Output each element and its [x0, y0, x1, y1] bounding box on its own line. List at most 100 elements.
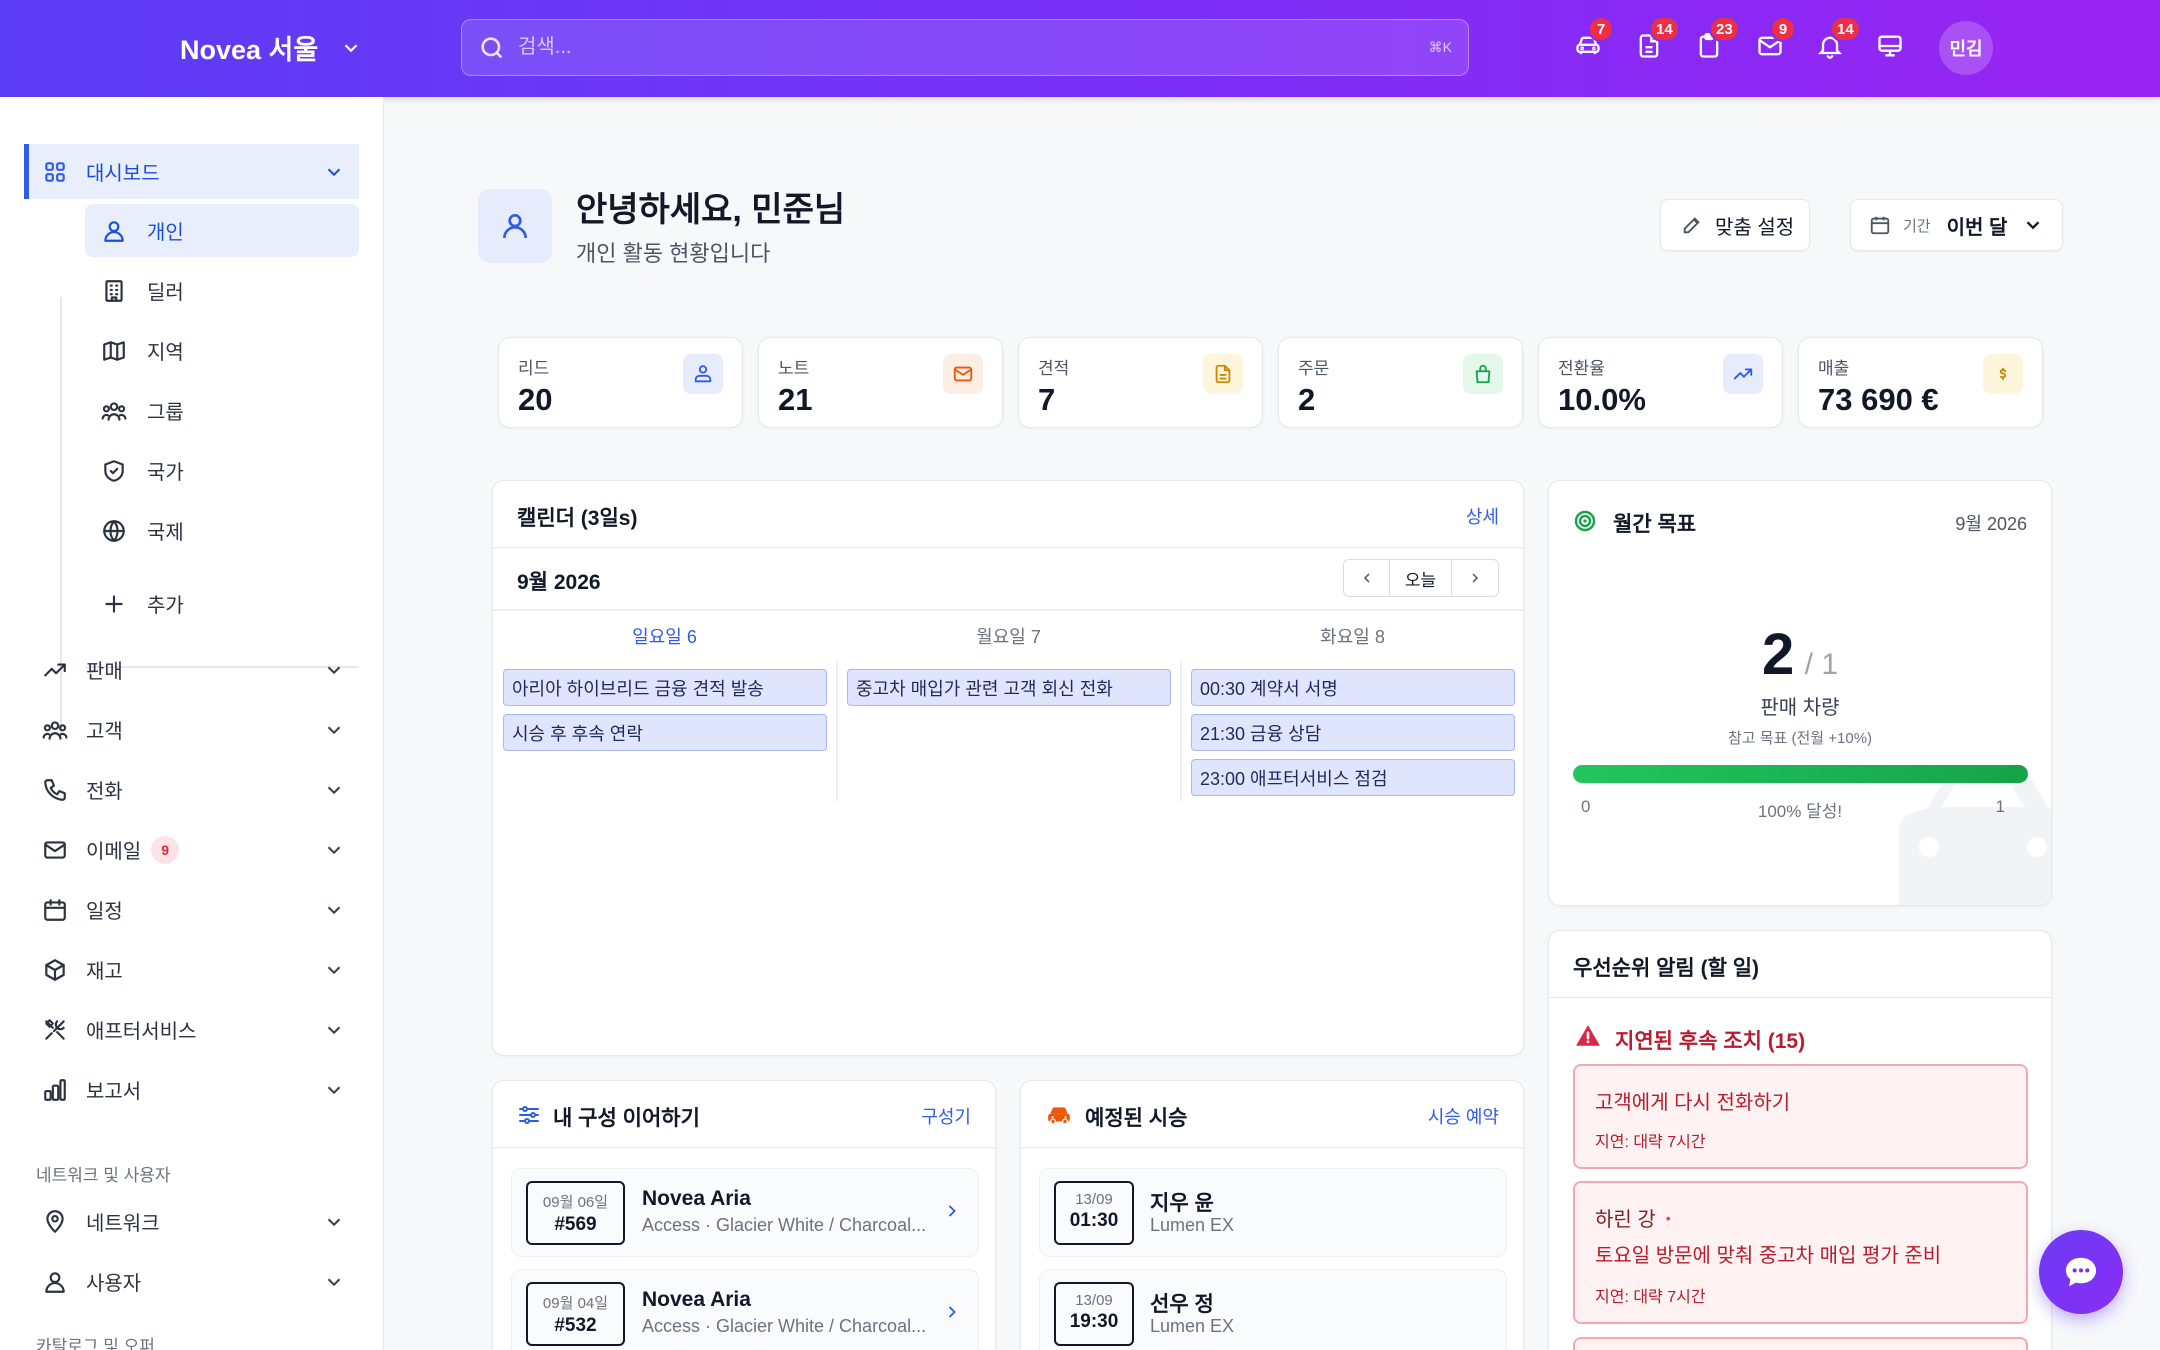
sidebar-sub-label: 그룹 — [147, 402, 184, 424]
testdrive-date-box: 13/09 19:30 — [1054, 1282, 1134, 1346]
top-bar: Novea 서울 ⌘K 7 14 23 9 14 민김 — [0, 0, 2160, 97]
display-button[interactable] — [1876, 32, 1908, 64]
chevron-right-icon — [948, 1205, 956, 1217]
day-header-monday[interactable]: 월요일 7 — [837, 623, 1180, 649]
testdrive-row[interactable]: 13/09 01:30 지우 윤 Lumen EX — [1039, 1168, 1507, 1257]
config-row[interactable]: 09월 06일 #569 Novea Aria Access · Glacier… — [511, 1168, 979, 1257]
calendar-detail-link[interactable]: 상세 — [1466, 503, 1499, 529]
sidebar-sub-country[interactable]: 국가 — [85, 444, 359, 497]
goal-target: / 1 — [1804, 648, 1839, 681]
tasks-button[interactable]: 23 — [1695, 16, 1740, 64]
user-avatar[interactable]: 민김 — [1939, 21, 1993, 75]
alerts-section-title: 지연된 후속 조치 (15) — [1615, 1030, 1806, 1053]
sidebar-sub-international[interactable]: 국제 — [85, 504, 359, 557]
calendar-col-divider — [836, 661, 838, 801]
chevron-down-icon — [327, 966, 341, 974]
alert-title: 토요일 방문에 맞춰 중고차 매입 평가 준비 — [1595, 1245, 1942, 1267]
warning-icon — [1576, 1025, 1600, 1046]
car-button[interactable]: 7 — [1574, 16, 1614, 64]
alert-item[interactable]: 하린 강 • 토요일 방문에 맞춰 중고차 매입 평가 준비 지연: 대략 7시간 — [1573, 1181, 2028, 1324]
phone-icon — [44, 778, 66, 801]
sidebar-sub-dealer[interactable]: 딜러 — [85, 264, 359, 317]
stat-value: 7 — [1038, 382, 1056, 417]
configurator-link[interactable]: 구성기 — [921, 1103, 971, 1129]
sidebar-sub-label: 국제 — [147, 522, 184, 544]
box-icon — [45, 958, 65, 981]
testdrive-date-box: 13/09 01:30 — [1054, 1181, 1134, 1245]
chevron-down-icon — [327, 1026, 341, 1034]
sidebar-heading-network: 네트워크 및 사용자 — [36, 1166, 171, 1185]
search-input[interactable] — [518, 36, 1429, 59]
sidebar-sub-label: 추가 — [147, 595, 184, 617]
dollar-icon — [1999, 367, 2007, 381]
documents-button[interactable]: 14 — [1635, 16, 1680, 64]
chevron-down-icon — [327, 168, 341, 176]
day-header-tuesday[interactable]: 화요일 8 — [1181, 623, 1523, 649]
tasks-badge: 23 — [1709, 16, 1740, 42]
sidebar-item-aftersales[interactable]: 애프터서비스 — [24, 1002, 359, 1057]
mail-button[interactable]: 9 — [1756, 16, 1796, 64]
sidebar-sub-add[interactable]: 추가 — [85, 577, 359, 630]
conversion-icon-wrap — [1723, 354, 1763, 394]
sidebar-item-customers[interactable]: 고객 — [24, 702, 359, 757]
user-network-icon — [694, 365, 712, 383]
page-subtitle: 개인 활동 현황입니다 — [576, 241, 771, 266]
notifications-button[interactable]: 14 — [1816, 16, 1861, 64]
sidebar-sub-region[interactable]: 지역 — [85, 324, 359, 377]
user-icon — [45, 1271, 65, 1293]
calendar-next-button[interactable] — [1452, 560, 1498, 596]
chat-button[interactable] — [2039, 1230, 2123, 1314]
sidebar-item-sales[interactable]: 판매 — [24, 642, 359, 697]
calendar-event[interactable]: 21:30 금융 상담 — [1191, 714, 1515, 751]
notes-icon-wrap — [943, 354, 983, 394]
calendar-event[interactable]: 시승 후 후속 연락 — [503, 714, 827, 751]
sidebar-item-label: 이메일 — [86, 841, 142, 863]
calendar-today-button[interactable]: 오늘 — [1390, 560, 1452, 596]
testdrives-title: 예정된 시승 — [1085, 1107, 1188, 1130]
period-select[interactable]: 기간 이번 달 — [1850, 199, 2063, 251]
sidebar-item-label: 재고 — [86, 961, 123, 983]
sidebar-item-dashboard[interactable]: 대시보드 — [24, 144, 359, 199]
sidebar-item-label: 고객 — [86, 721, 123, 743]
sidebar-item-email[interactable]: 이메일 9 — [24, 822, 359, 877]
day-header-sunday[interactable]: 일요일 6 — [493, 623, 836, 649]
sidebar-sub-group[interactable]: 그룹 — [85, 384, 359, 437]
goal-progress-fill — [1573, 765, 2028, 783]
stat-card-leads[interactable]: 리드 20 — [498, 337, 743, 428]
stat-card-orders[interactable]: 주문 2 — [1278, 337, 1523, 428]
trending-up-icon — [44, 663, 66, 676]
search-box[interactable]: ⌘K — [461, 19, 1469, 76]
calendar-event[interactable]: 23:00 애프터서비스 점검 — [1191, 759, 1515, 796]
stat-value: 20 — [518, 382, 553, 417]
sidebar-item-label: 대시보드 — [86, 163, 160, 185]
goal-month: 9월 2026 — [1955, 514, 2027, 534]
book-testdrive-link[interactable]: 시승 예약 — [1428, 1103, 1499, 1129]
search-shortcut: ⌘K — [1428, 39, 1452, 55]
header-avatar — [478, 189, 552, 263]
stat-card-quotes[interactable]: 견적 7 — [1018, 337, 1263, 428]
testdrive-row[interactable]: 13/09 19:30 선우 정 Lumen EX — [1039, 1269, 1507, 1350]
config-row[interactable]: 09월 04일 #532 Novea Aria Access · Glacier… — [511, 1269, 979, 1350]
stat-card-notes[interactable]: 노트 21 — [758, 337, 1003, 428]
alert-item[interactable] — [1573, 1337, 2028, 1350]
alert-item[interactable]: 고객에게 다시 전화하기 지연: 대략 7시간 — [1573, 1064, 2028, 1169]
calendar-prev-button[interactable] — [1344, 560, 1390, 596]
sidebar-sub-personal[interactable]: 개인 — [85, 204, 359, 257]
brand-switcher[interactable]: Novea 서울 — [180, 28, 362, 67]
stat-card-revenue[interactable]: 매출 73 690 € — [1798, 337, 2043, 428]
sidebar-item-users[interactable]: 사용자 — [24, 1254, 359, 1309]
chevron-down-icon — [344, 43, 358, 52]
sidebar-item-network[interactable]: 네트워크 — [24, 1194, 359, 1249]
customize-button[interactable]: 맞춤 설정 — [1660, 199, 1810, 251]
sidebar-item-schedule[interactable]: 일정 — [24, 882, 359, 937]
notifications-badge: 14 — [1830, 16, 1861, 42]
sidebar-item-reports[interactable]: 보고서 — [24, 1062, 359, 1117]
stat-card-conversion[interactable]: 전환율 10.0% — [1538, 337, 1783, 428]
calendar-event[interactable]: 아리아 하이브리드 금융 견적 발송 — [503, 669, 827, 706]
sidebar-item-calls[interactable]: 전화 — [24, 762, 359, 817]
sidebar-item-inventory[interactable]: 재고 — [24, 942, 359, 997]
trending-up-icon — [1733, 368, 1753, 380]
stat-label: 리드 — [518, 359, 550, 378]
calendar-event[interactable]: 00:30 계약서 서명 — [1191, 669, 1515, 706]
calendar-event[interactable]: 중고차 매입가 관련 고객 회신 전화 — [847, 669, 1171, 706]
